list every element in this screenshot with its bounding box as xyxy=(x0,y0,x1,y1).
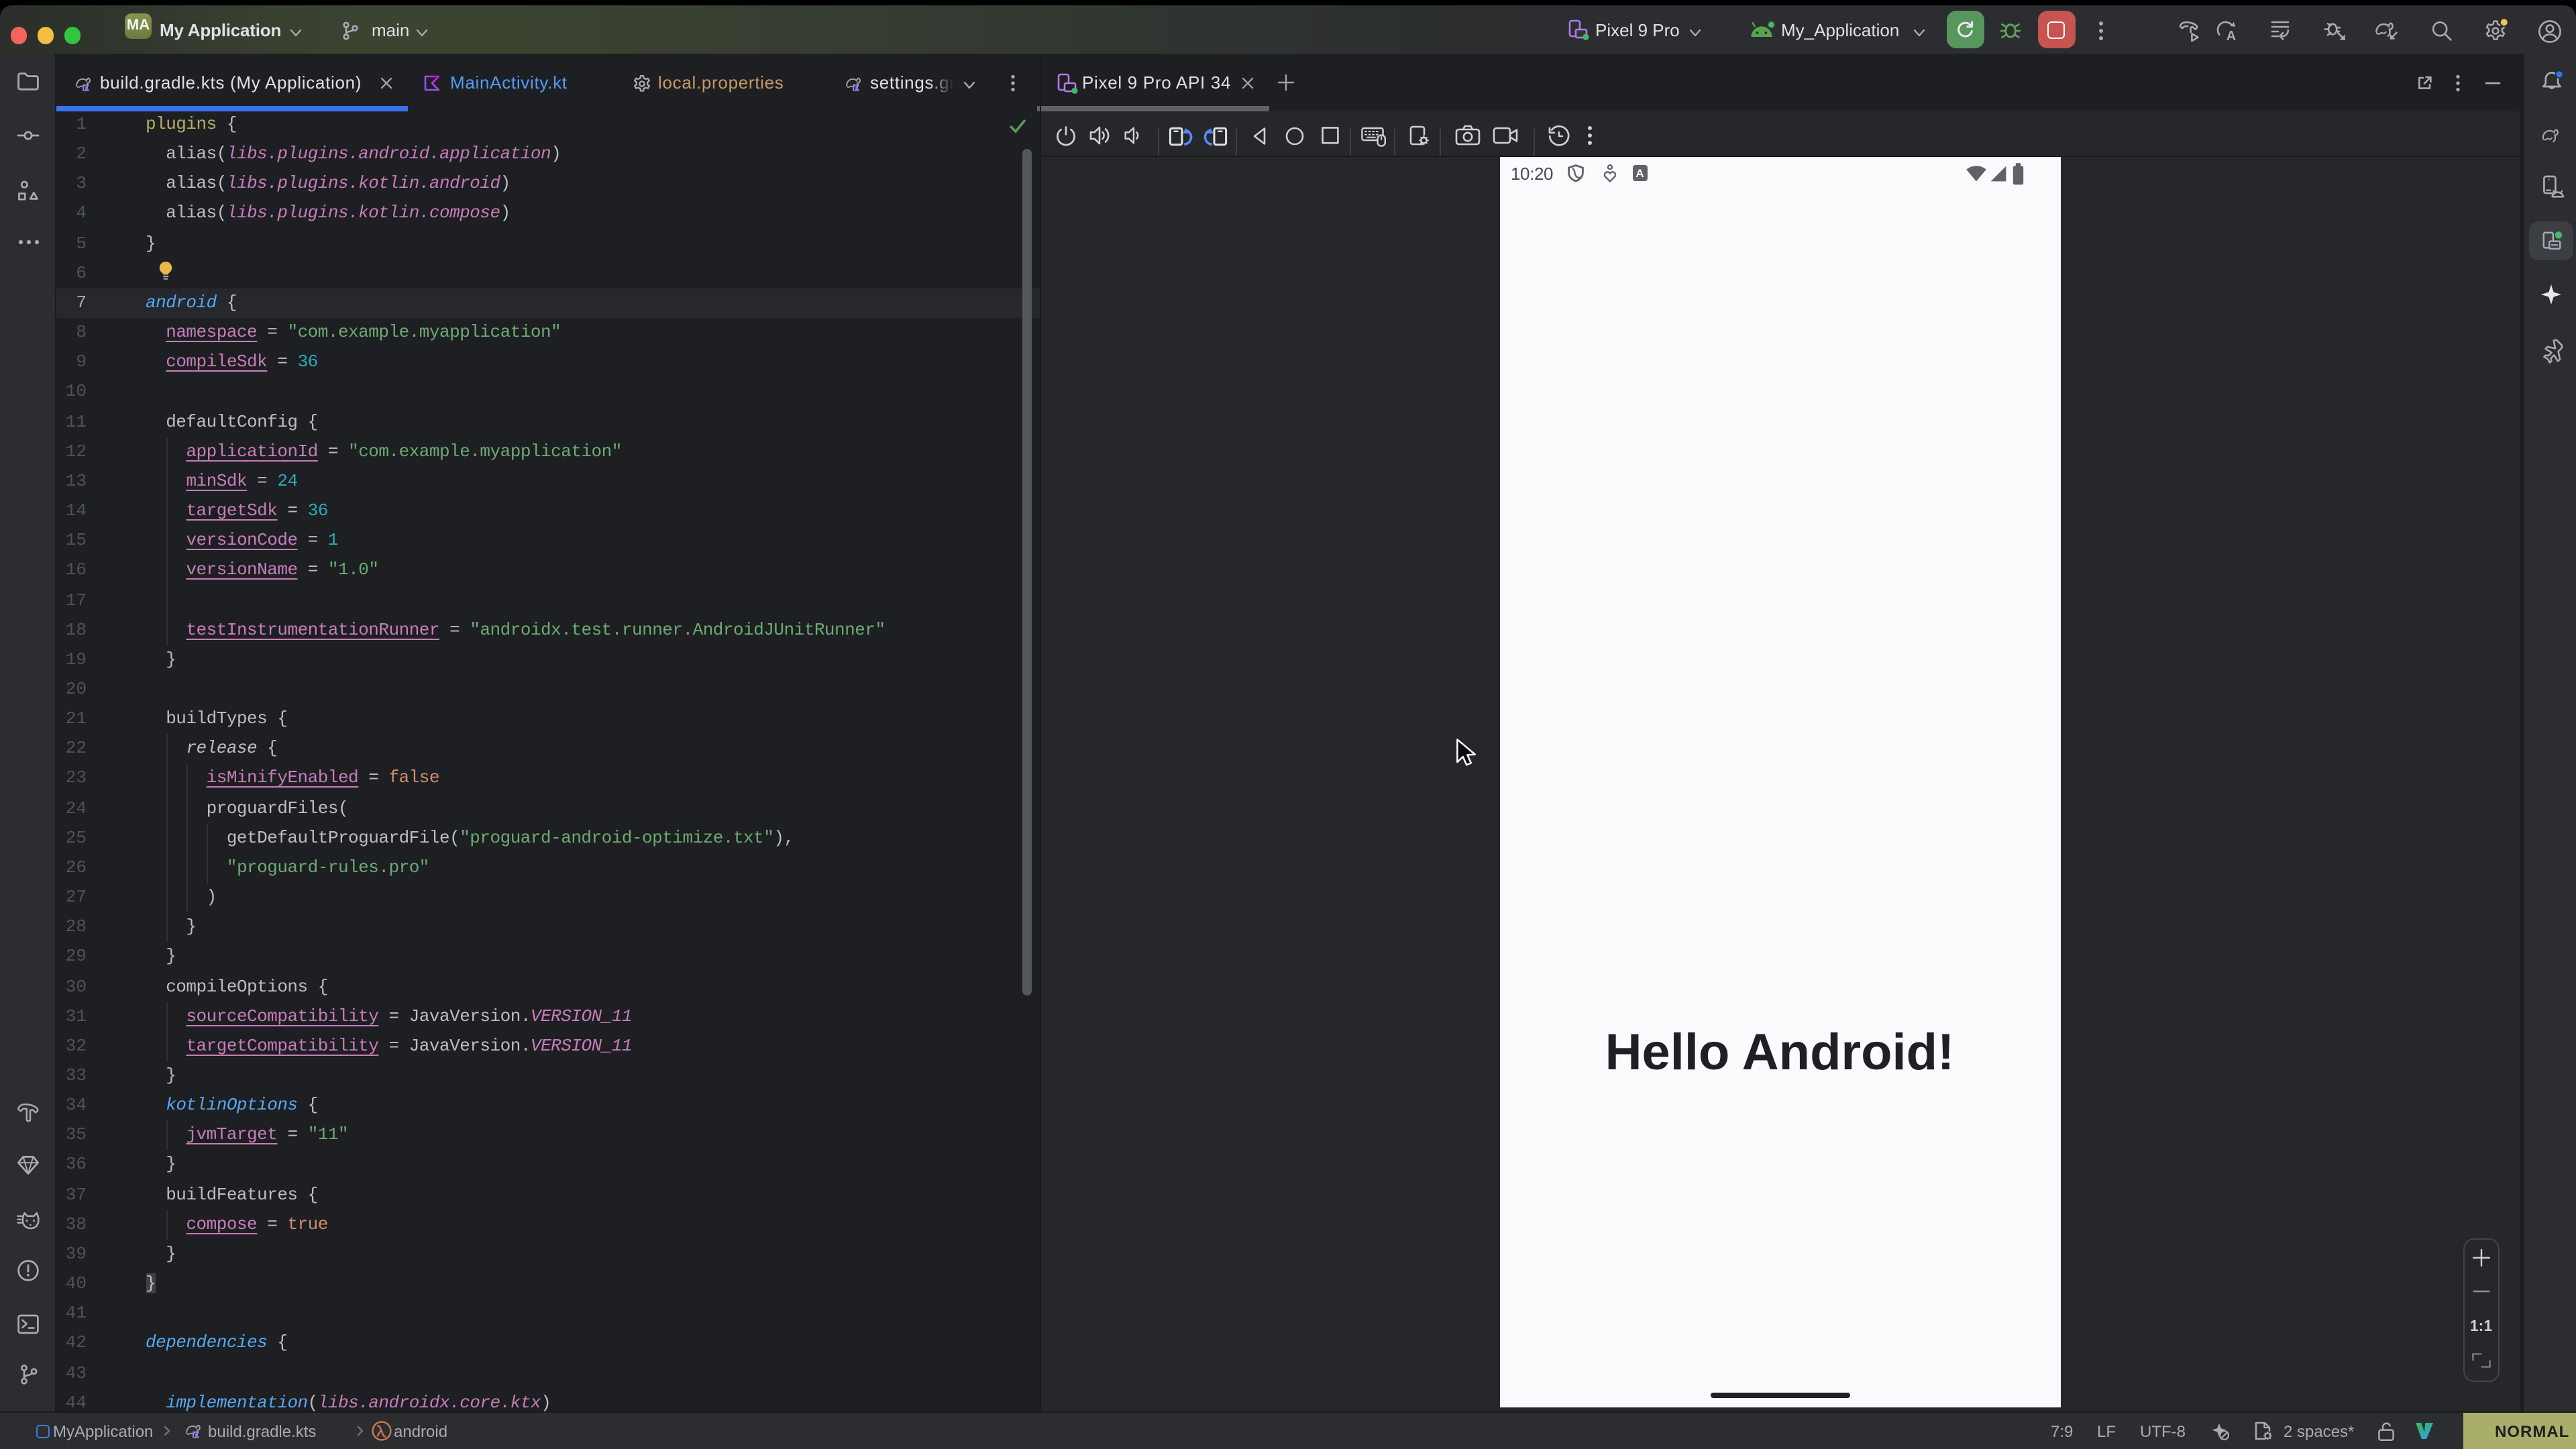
svg-text:A: A xyxy=(2226,29,2236,44)
